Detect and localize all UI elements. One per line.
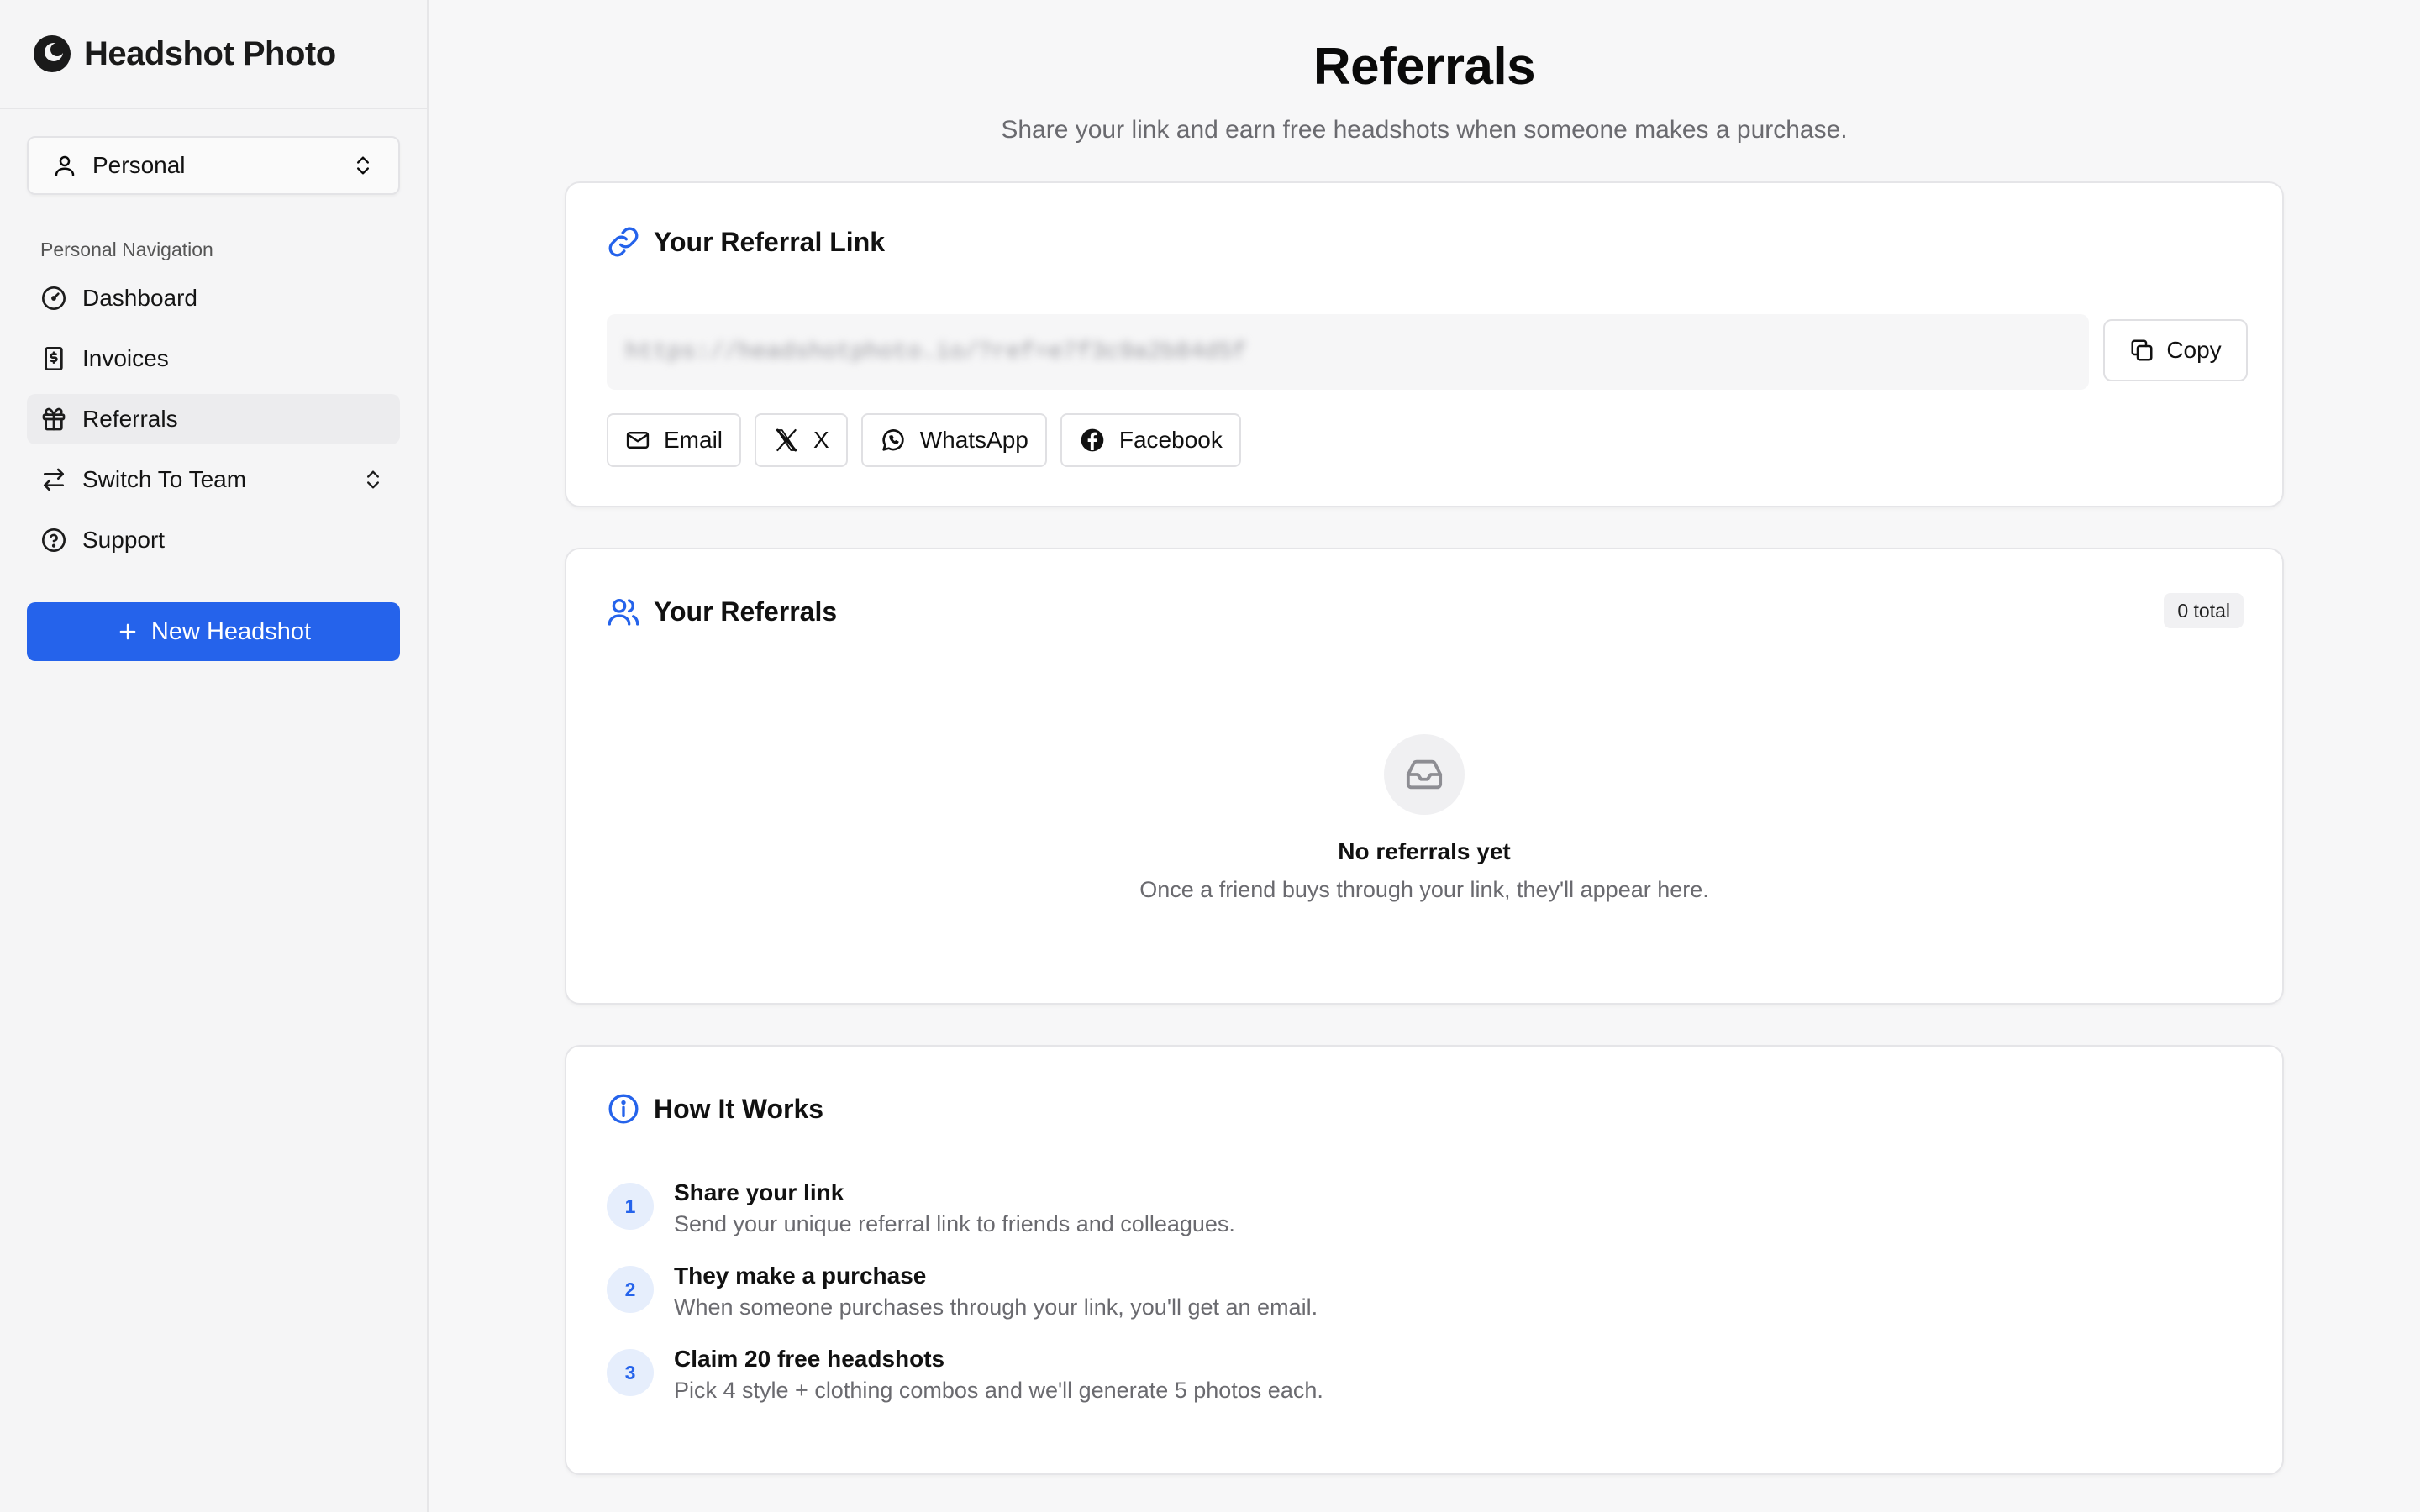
chevrons-up-down-icon bbox=[351, 154, 375, 177]
page-subtitle: Share your link and earn free headshots … bbox=[1001, 116, 1848, 144]
new-headshot-label: New Headshot bbox=[150, 617, 312, 645]
facebook-icon bbox=[1079, 427, 1106, 454]
copy-button[interactable]: Copy bbox=[2103, 319, 2248, 381]
card-header: How It Works bbox=[607, 1092, 823, 1126]
sidebar-item-label: Referrals bbox=[82, 406, 178, 432]
inbox-icon bbox=[1384, 734, 1465, 815]
whatsapp-icon bbox=[880, 427, 907, 454]
info-icon bbox=[607, 1092, 640, 1126]
share-email-button[interactable]: Email bbox=[607, 413, 742, 467]
sidebar-item-label: Switch To Team bbox=[82, 466, 247, 492]
mail-icon bbox=[625, 428, 650, 453]
users-icon bbox=[607, 595, 640, 628]
step-description: Pick 4 style + clothing combos and we'll… bbox=[674, 1378, 1323, 1403]
sidebar-nav: Dashboard Invoices Referrals Switch To T… bbox=[27, 273, 400, 565]
referral-link-input[interactable] bbox=[625, 339, 2070, 365]
sidebar: Headshot Photo Personal Personal Navigat… bbox=[0, 0, 429, 1512]
gift-icon bbox=[40, 406, 67, 433]
chevrons-up-down-icon bbox=[360, 466, 387, 493]
share-facebook-label: Facebook bbox=[1118, 427, 1223, 453]
sidebar-item-invoices[interactable]: Invoices bbox=[27, 333, 400, 384]
step-title: Share your link bbox=[674, 1179, 844, 1205]
step-number: 3 bbox=[607, 1349, 654, 1396]
share-whatsapp-button[interactable]: WhatsApp bbox=[860, 413, 1047, 467]
step-number: 1 bbox=[607, 1183, 654, 1230]
step-number: 2 bbox=[607, 1266, 654, 1313]
card-header: Your Referrals bbox=[607, 595, 837, 628]
brand-name: Headshot Photo bbox=[84, 34, 336, 72]
step-item: 3 Claim 20 free headshots Pick 4 style +… bbox=[607, 1346, 1323, 1404]
step-item: 1 Share your link Send your unique refer… bbox=[607, 1179, 1323, 1237]
share-whatsapp-label: WhatsApp bbox=[919, 427, 1028, 453]
sidebar-item-dashboard[interactable]: Dashboard bbox=[27, 273, 400, 323]
copy-label: Copy bbox=[2166, 337, 2222, 363]
workspace-label: Personal bbox=[92, 152, 186, 178]
share-x-label: X bbox=[813, 427, 829, 453]
link-icon bbox=[607, 225, 640, 259]
brand[interactable]: Headshot Photo bbox=[0, 0, 427, 109]
sidebar-item-switch-team[interactable]: Switch To Team bbox=[27, 454, 400, 505]
step-title: They make a purchase bbox=[674, 1263, 927, 1289]
referral-link-card: Your Referral Link Copy Email bbox=[565, 181, 2284, 507]
new-headshot-button[interactable]: New Headshot bbox=[27, 602, 400, 661]
x-logo-icon bbox=[773, 427, 800, 454]
card-header: Your Referral Link bbox=[607, 225, 885, 259]
workspace-switcher[interactable]: Personal bbox=[27, 136, 400, 195]
referral-link-field[interactable] bbox=[607, 314, 2089, 390]
step-description: Send your unique referral link to friend… bbox=[674, 1211, 1235, 1236]
gauge-icon bbox=[40, 285, 67, 312]
step-description: When someone purchases through your link… bbox=[674, 1294, 1318, 1320]
empty-state-title: No referrals yet bbox=[1338, 838, 1511, 864]
share-buttons: Email X WhatsApp Facebook bbox=[607, 413, 1241, 467]
sidebar-item-support[interactable]: Support bbox=[27, 515, 400, 565]
how-it-works-card: How It Works 1 Share your link Send your… bbox=[565, 1045, 2284, 1475]
sidebar-item-label: Support bbox=[82, 527, 166, 553]
plus-icon bbox=[116, 620, 139, 643]
sidebar-item-label: Dashboard bbox=[82, 285, 197, 311]
main-content: Referrals Share your link and earn free … bbox=[429, 0, 2420, 1512]
share-facebook-button[interactable]: Facebook bbox=[1060, 413, 1241, 467]
share-x-button[interactable]: X bbox=[755, 413, 848, 467]
step-title: Claim 20 free headshots bbox=[674, 1346, 945, 1372]
copy-icon bbox=[2129, 338, 2154, 363]
arrows-swap-icon bbox=[40, 466, 67, 493]
steps-list: 1 Share your link Send your unique refer… bbox=[607, 1179, 1323, 1404]
card-title: Your Referral Link bbox=[654, 226, 886, 257]
brand-logo-icon bbox=[32, 34, 72, 74]
sidebar-item-label: Invoices bbox=[82, 345, 169, 371]
card-title: How It Works bbox=[654, 1093, 824, 1124]
sidebar-item-referrals[interactable]: Referrals bbox=[27, 394, 400, 444]
user-icon bbox=[52, 153, 77, 178]
step-item: 2 They make a purchase When someone purc… bbox=[607, 1263, 1323, 1320]
referrals-card: Your Referrals 0 total No referrals yet … bbox=[565, 548, 2284, 1005]
card-title: Your Referrals bbox=[654, 596, 838, 627]
help-circle-icon bbox=[40, 527, 67, 554]
referral-count-badge: 0 total bbox=[2164, 593, 2244, 628]
app: Headshot Photo Personal Personal Navigat… bbox=[0, 0, 2420, 1512]
empty-state-description: Once a friend buys through your link, th… bbox=[1139, 877, 1709, 902]
receipt-icon bbox=[40, 345, 67, 372]
page-title: Referrals bbox=[1313, 38, 1536, 96]
nav-section-title: Personal Navigation bbox=[40, 239, 213, 260]
share-email-label: Email bbox=[664, 427, 723, 453]
